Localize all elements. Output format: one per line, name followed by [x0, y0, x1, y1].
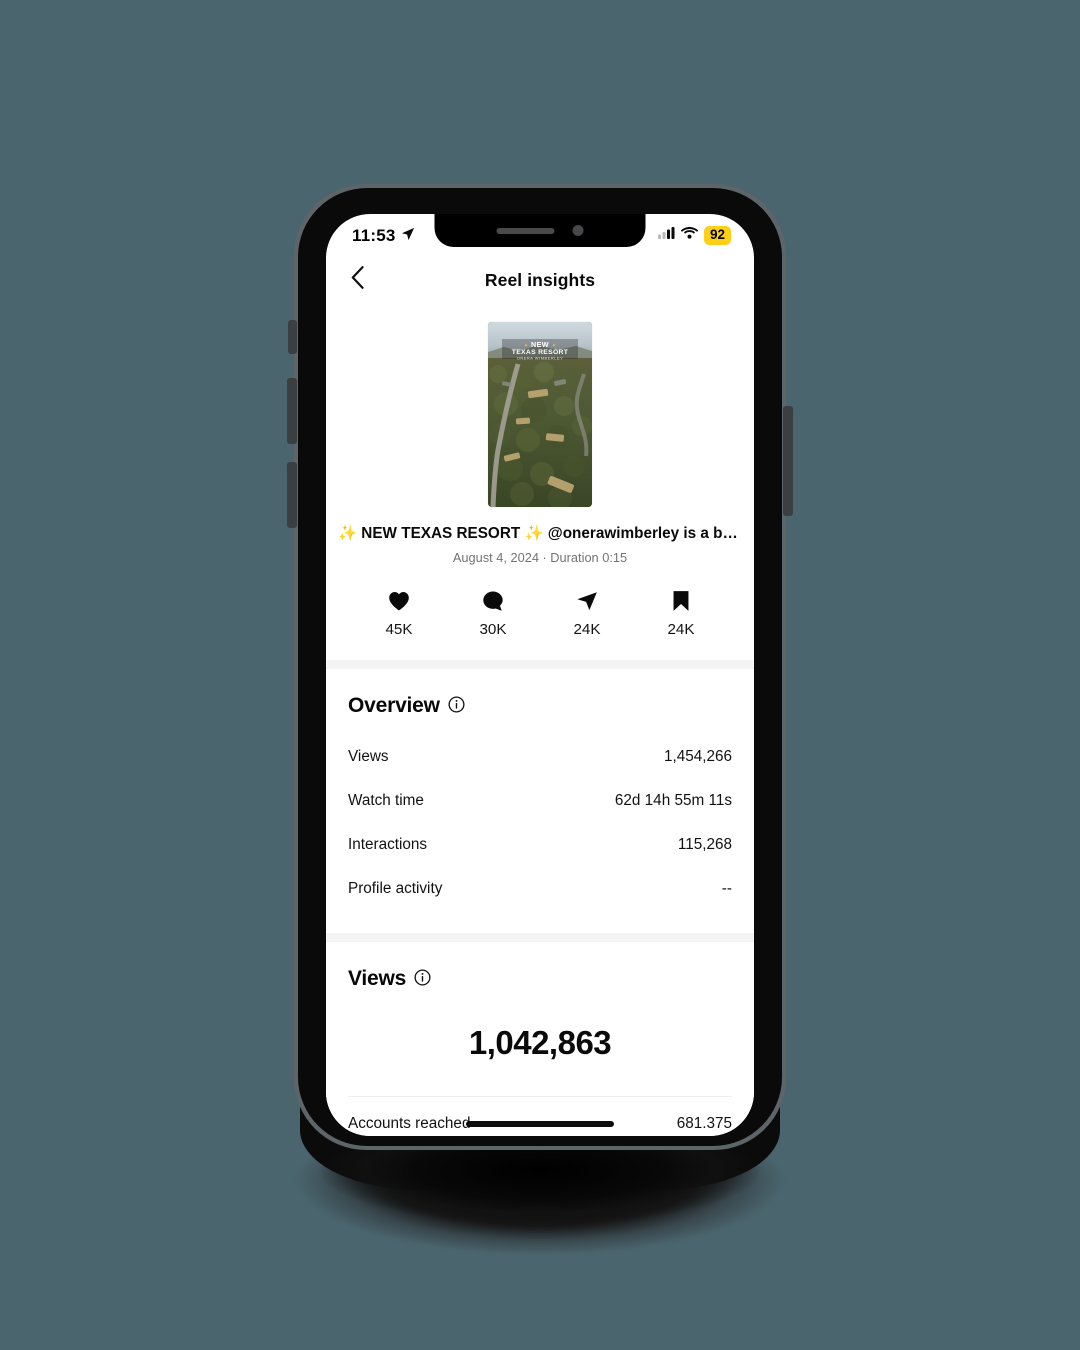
home-indicator[interactable]	[466, 1121, 614, 1127]
row-label: Interactions	[348, 836, 428, 854]
status-bar-right: 92	[657, 221, 731, 245]
status-time: 11:53	[352, 225, 396, 245]
row-label: Profile activity	[348, 880, 443, 898]
volume-down-button[interactable]	[287, 462, 297, 528]
caption-rest: @onerawimberley is a beau…	[543, 525, 754, 542]
overview-rows: Views 1,454,266 Watch time 62d 14h 55m 1…	[348, 735, 732, 911]
table-row: Views 1,454,266	[348, 735, 732, 779]
views-section: Views 1,042,863 Accounts reached 681.375	[326, 942, 754, 1136]
volume-up-button[interactable]	[287, 378, 297, 444]
comment-icon	[482, 590, 504, 612]
reel-caption: ✨ NEW TEXAS RESORT ✨ @onerawimberley is …	[326, 524, 754, 543]
bookmark-icon	[672, 590, 690, 612]
comments-value: 30K	[479, 621, 507, 639]
heart-icon	[388, 590, 410, 612]
back-button[interactable]	[337, 260, 377, 300]
sparkle-icon-left: ✨	[338, 525, 358, 542]
overview-title: Overview	[348, 694, 440, 718]
phone-notch	[434, 214, 646, 247]
reel-meta: August 4, 2024 · Duration 0:15	[452, 550, 628, 566]
section-divider-2	[326, 933, 754, 943]
battery-badge: 92	[703, 226, 731, 245]
power-button[interactable]	[783, 406, 793, 516]
row-value: 1,454,266	[663, 748, 732, 766]
engagement-row: 45K 30K 24K 24K	[326, 590, 754, 660]
accounts-reached-row: Accounts reached 681.375	[348, 1097, 732, 1133]
share-icon	[576, 590, 598, 612]
silent-switch[interactable]	[288, 320, 297, 354]
nav-header: Reel insights	[326, 252, 754, 308]
svg-text:✦: ✦	[524, 343, 528, 349]
row-value: 115,268	[677, 836, 732, 854]
views-total: 1,042,863	[468, 1024, 612, 1062]
saves-value: 24K	[667, 621, 695, 639]
reel-thumbnail[interactable]: NEW TEXAS RESORT ONERA WIMBERLEY ✦ ✦	[488, 322, 592, 507]
sparkle-icon-right: ✨	[524, 525, 544, 542]
table-row: Interactions 115,268	[348, 823, 732, 867]
front-camera-icon	[572, 225, 584, 236]
insights-content: NEW TEXAS RESORT ONERA WIMBERLEY ✦ ✦ ✨ N…	[326, 308, 754, 1136]
table-row: Profile activity --	[348, 867, 732, 911]
scene: 11:53 92 Reel insights NEW TEXAS RESORT …	[0, 0, 1080, 1350]
status-bar-left: 11:53	[352, 221, 415, 246]
chevron-left-icon	[351, 266, 364, 294]
row-label: Views	[348, 748, 389, 766]
reel-thumbnail-wrap: NEW TEXAS RESORT ONERA WIMBERLEY ✦ ✦	[326, 322, 754, 507]
row-value: --	[721, 880, 732, 898]
reel-hero: NEW TEXAS RESORT ONERA WIMBERLEY ✦ ✦ ✨ N…	[326, 308, 754, 660]
shares-value: 24K	[573, 621, 601, 639]
views-title: Views	[348, 967, 407, 991]
row-value: 62d 14h 55m 11s	[614, 792, 732, 810]
section-divider-1	[326, 660, 754, 670]
info-icon[interactable]	[448, 695, 465, 719]
row-label: Accounts reached	[348, 1115, 471, 1133]
engagement-comments[interactable]: 30K	[446, 590, 540, 638]
caption-main: NEW TEXAS RESORT	[357, 525, 525, 542]
engagement-shares[interactable]: 24K	[540, 590, 634, 638]
svg-text:✦: ✦	[552, 343, 556, 349]
location-arrow-icon	[401, 226, 415, 246]
speaker-grille-icon	[496, 227, 555, 234]
thumbnail-overlay-text: NEW TEXAS RESORT ONERA WIMBERLEY ✦ ✦	[502, 339, 578, 361]
engagement-saves[interactable]: 24K	[634, 590, 728, 638]
views-heading: Views	[348, 966, 732, 992]
engagement-likes[interactable]: 45K	[352, 590, 446, 638]
svg-text:ONERA WIMBERLEY: ONERA WIMBERLEY	[517, 356, 564, 361]
phone-screen: 11:53 92 Reel insights NEW TEXAS RESORT …	[326, 214, 754, 1136]
info-icon[interactable]	[414, 968, 431, 992]
likes-value: 45K	[385, 621, 413, 639]
svg-text:NEW: NEW	[531, 340, 549, 349]
table-row: Watch time 62d 14h 55m 11s	[348, 779, 732, 823]
row-label: Watch time	[348, 792, 424, 810]
wifi-icon	[680, 226, 699, 244]
overview-section: Overview Views 1,454,266 Watch time 62d …	[326, 669, 754, 915]
overview-heading: Overview	[348, 693, 732, 719]
row-value: 681.375	[676, 1115, 732, 1133]
page-title: Reel insights	[484, 269, 596, 290]
cellular-bars-icon	[657, 226, 675, 244]
